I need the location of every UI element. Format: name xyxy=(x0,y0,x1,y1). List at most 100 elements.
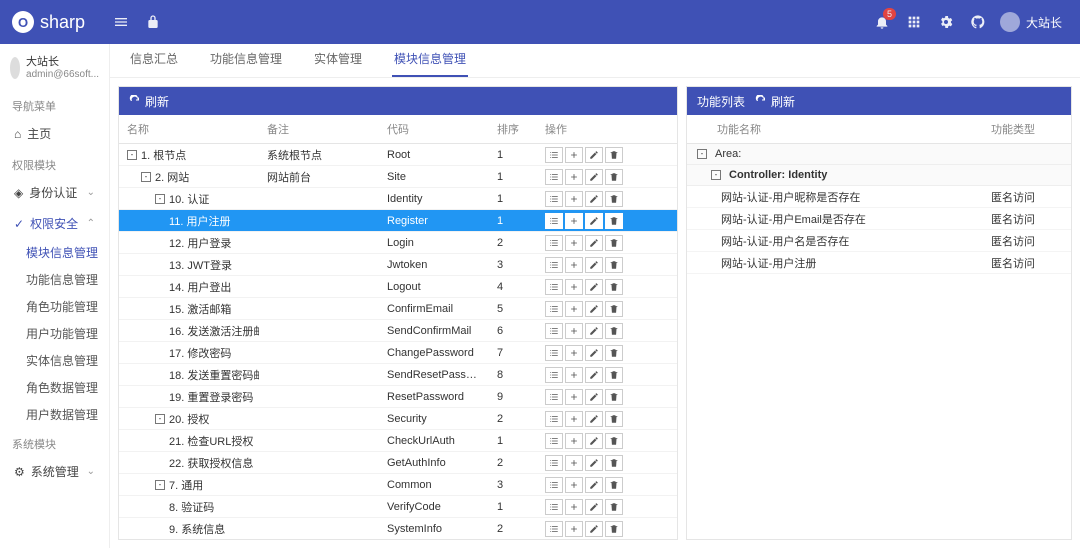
add-icon[interactable] xyxy=(565,345,583,361)
settings-icon[interactable] xyxy=(930,6,962,38)
delete-icon[interactable] xyxy=(605,235,623,251)
table-row[interactable]: 12. 用户登录Login2 xyxy=(119,232,677,254)
edit-icon[interactable] xyxy=(585,279,603,295)
table-row[interactable]: -10. 认证Identity1 xyxy=(119,188,677,210)
list-icon[interactable] xyxy=(545,257,563,273)
col-order[interactable]: 排序 xyxy=(489,115,537,143)
table-row[interactable]: 13. JWT登录Jwtoken3 xyxy=(119,254,677,276)
refresh-button[interactable]: 刷新 xyxy=(755,93,795,110)
table-row[interactable]: 8. 验证码VerifyCode1 xyxy=(119,496,677,518)
table-row[interactable]: 22. 获取授权信息GetAuthInfo2 xyxy=(119,452,677,474)
list-icon[interactable] xyxy=(545,411,563,427)
list-icon[interactable] xyxy=(545,191,563,207)
table-row[interactable]: 21. 检查URL授权CheckUrlAuth1 xyxy=(119,430,677,452)
edit-icon[interactable] xyxy=(585,499,603,515)
edit-icon[interactable] xyxy=(585,235,603,251)
edit-icon[interactable] xyxy=(585,257,603,273)
edit-icon[interactable] xyxy=(585,367,603,383)
edit-icon[interactable] xyxy=(585,477,603,493)
collapse-icon[interactable]: - xyxy=(711,170,721,180)
edit-icon[interactable] xyxy=(585,345,603,361)
list-icon[interactable] xyxy=(545,433,563,449)
table-row[interactable]: -20. 授权Security2 xyxy=(119,408,677,430)
list-icon[interactable] xyxy=(545,213,563,229)
apps-icon[interactable] xyxy=(898,6,930,38)
tree-toggle-icon[interactable]: - xyxy=(155,414,165,424)
sidebar-item-sysmgmt[interactable]: ⚙系统管理⌄ xyxy=(0,456,109,487)
edit-icon[interactable] xyxy=(585,301,603,317)
add-icon[interactable] xyxy=(565,477,583,493)
delete-icon[interactable] xyxy=(605,411,623,427)
col-func-type[interactable]: 功能类型 xyxy=(981,115,1071,143)
add-icon[interactable] xyxy=(565,169,583,185)
delete-icon[interactable] xyxy=(605,345,623,361)
delete-icon[interactable] xyxy=(605,257,623,273)
notifications-icon[interactable]: 5 xyxy=(866,6,898,38)
github-icon[interactable] xyxy=(962,6,994,38)
tab[interactable]: 模块信息管理 xyxy=(392,50,468,77)
col-code[interactable]: 代码 xyxy=(379,115,489,143)
delete-icon[interactable] xyxy=(605,433,623,449)
edit-icon[interactable] xyxy=(585,521,603,537)
edit-icon[interactable] xyxy=(585,213,603,229)
list-icon[interactable] xyxy=(545,499,563,515)
list-icon[interactable] xyxy=(545,169,563,185)
edit-icon[interactable] xyxy=(585,411,603,427)
tree-toggle-icon[interactable]: - xyxy=(141,172,151,182)
add-icon[interactable] xyxy=(565,323,583,339)
add-icon[interactable] xyxy=(565,147,583,163)
edit-icon[interactable] xyxy=(585,191,603,207)
col-name[interactable]: 名称 xyxy=(119,115,259,143)
sidebar-sub-item[interactable]: 功能信息管理 xyxy=(0,266,109,293)
delete-icon[interactable] xyxy=(605,279,623,295)
col-func-name[interactable]: 功能名称 xyxy=(707,115,981,143)
sidebar-user[interactable]: 大站长 admin@66soft... xyxy=(0,52,109,90)
delete-icon[interactable] xyxy=(605,499,623,515)
tab[interactable]: 实体管理 xyxy=(312,50,364,77)
delete-icon[interactable] xyxy=(605,389,623,405)
delete-icon[interactable] xyxy=(605,323,623,339)
add-icon[interactable] xyxy=(565,499,583,515)
list-icon[interactable] xyxy=(545,367,563,383)
edit-icon[interactable] xyxy=(585,455,603,471)
user-menu[interactable]: 大站长 xyxy=(994,12,1068,32)
add-icon[interactable] xyxy=(565,367,583,383)
table-row[interactable]: -2. 网站网站前台Site1 xyxy=(119,166,677,188)
table-row[interactable]: 17. 修改密码ChangePassword7 xyxy=(119,342,677,364)
add-icon[interactable] xyxy=(565,389,583,405)
table-row[interactable]: -1. 根节点系统根节点Root1 xyxy=(119,144,677,166)
delete-icon[interactable] xyxy=(605,191,623,207)
sidebar-sub-item[interactable]: 用户功能管理 xyxy=(0,320,109,347)
delete-icon[interactable] xyxy=(605,147,623,163)
add-icon[interactable] xyxy=(565,411,583,427)
table-row[interactable]: -7. 通用Common3 xyxy=(119,474,677,496)
delete-icon[interactable] xyxy=(605,521,623,537)
delete-icon[interactable] xyxy=(605,367,623,383)
add-icon[interactable] xyxy=(565,521,583,537)
table-row[interactable]: 9. 系统信息SystemInfo2 xyxy=(119,518,677,539)
list-icon[interactable] xyxy=(545,323,563,339)
edit-icon[interactable] xyxy=(585,389,603,405)
function-row[interactable]: 网站-认证-用户昵称是否存在匿名访问 xyxy=(687,186,1071,208)
function-row[interactable]: 网站-认证-用户Email是否存在匿名访问 xyxy=(687,208,1071,230)
collapse-icon[interactable]: - xyxy=(697,149,707,159)
edit-icon[interactable] xyxy=(585,147,603,163)
col-remarks[interactable]: 备注 xyxy=(259,115,379,143)
lock-icon[interactable] xyxy=(137,6,169,38)
add-icon[interactable] xyxy=(565,455,583,471)
table-row[interactable]: 16. 发送激活注册邮件SendConfirmMail6 xyxy=(119,320,677,342)
list-icon[interactable] xyxy=(545,477,563,493)
sidebar-sub-item[interactable]: 模块信息管理 xyxy=(0,239,109,266)
table-row[interactable]: 11. 用户注册Register1 xyxy=(119,210,677,232)
tab[interactable]: 信息汇总 xyxy=(128,50,180,77)
sidebar-item-auth[interactable]: ◈身份认证⌄ xyxy=(0,177,109,208)
tree-toggle-icon[interactable]: - xyxy=(155,194,165,204)
edit-icon[interactable] xyxy=(585,169,603,185)
list-icon[interactable] xyxy=(545,147,563,163)
delete-icon[interactable] xyxy=(605,477,623,493)
table-row[interactable]: 19. 重置登录密码ResetPassword9 xyxy=(119,386,677,408)
list-icon[interactable] xyxy=(545,455,563,471)
tree-toggle-icon[interactable]: - xyxy=(155,480,165,490)
sidebar-sub-item[interactable]: 角色数据管理 xyxy=(0,374,109,401)
list-icon[interactable] xyxy=(545,301,563,317)
